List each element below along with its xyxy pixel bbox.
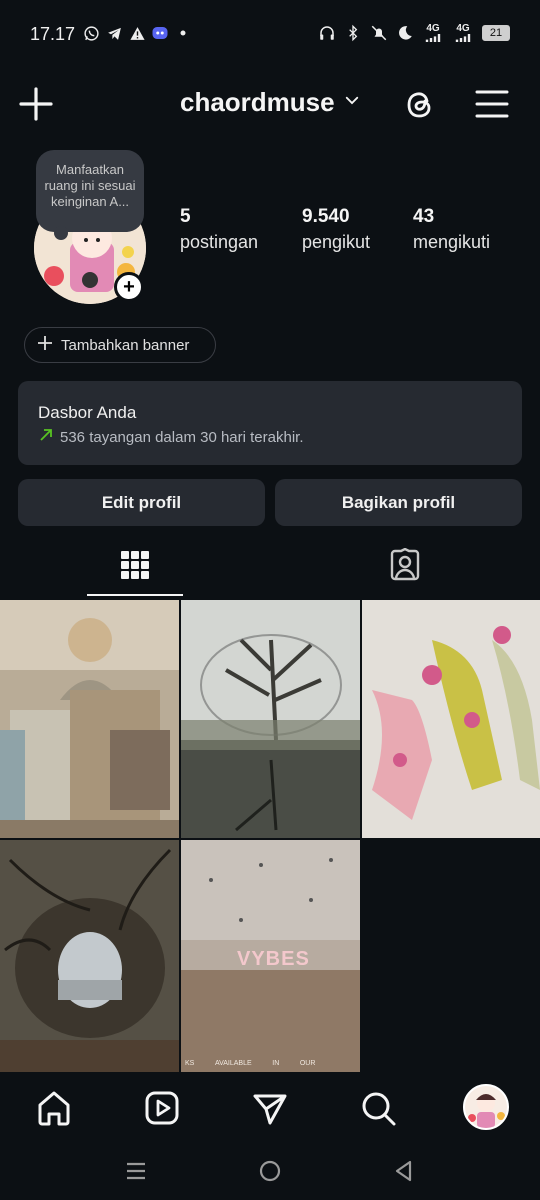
signal-2-icon: 4G bbox=[452, 24, 474, 42]
post-thumbnail-2[interactable] bbox=[181, 600, 360, 838]
post-thumbnail-1[interactable] bbox=[0, 600, 179, 838]
dashboard-title: Dasbor Anda bbox=[38, 403, 137, 422]
account-switcher[interactable]: chaordmuse bbox=[180, 87, 361, 118]
share-profile-button[interactable]: Bagikan profil bbox=[275, 479, 522, 526]
dashboard-card[interactable]: Dasbor Anda 536 tayangan dalam 30 hari t… bbox=[18, 381, 522, 465]
stat-followers-label: pengikut bbox=[302, 232, 371, 252]
search-icon[interactable] bbox=[358, 1088, 398, 1128]
tagged-person-icon bbox=[388, 547, 422, 587]
stat-posts[interactable]: 5 postingan bbox=[180, 206, 258, 253]
chevron-down-icon bbox=[343, 91, 361, 114]
post-thumbnail-4[interactable] bbox=[0, 840, 179, 1078]
add-story-icon[interactable]: + bbox=[114, 272, 144, 302]
dot-icon bbox=[174, 24, 192, 42]
home-button-icon[interactable] bbox=[255, 1156, 285, 1186]
plus-icon bbox=[37, 334, 53, 357]
discord-icon bbox=[151, 24, 169, 42]
post-5-overlay-text: VYBES bbox=[237, 948, 310, 970]
note-bubble[interactable]: Manfaatkan ruang ini sesuai keinginan A.… bbox=[36, 150, 144, 240]
dashboard-subtitle: 536 tayangan dalam 30 hari terakhir. bbox=[60, 429, 304, 446]
threads-icon[interactable] bbox=[400, 84, 440, 124]
direct-message-icon[interactable] bbox=[250, 1088, 290, 1128]
notification-icons bbox=[82, 24, 192, 42]
add-banner-label: Tambahkan banner bbox=[61, 336, 190, 354]
add-banner-button[interactable]: Tambahkan banner bbox=[24, 327, 216, 363]
whatsapp-icon bbox=[82, 24, 100, 42]
post-thumbnail-3[interactable] bbox=[362, 600, 540, 838]
profile-avatar-area: Manfaatkan ruang ini sesuai keinginan A.… bbox=[34, 150, 146, 305]
network-type-2: 4G bbox=[456, 23, 470, 34]
profile-header: chaordmuse bbox=[0, 70, 540, 136]
recent-apps-icon[interactable] bbox=[121, 1156, 151, 1186]
system-navigation-bar bbox=[0, 1144, 540, 1200]
create-plus-icon[interactable] bbox=[16, 84, 56, 124]
caption-word-1: KS bbox=[185, 1060, 195, 1067]
status-bar: 17.17 4G 4G 21 bbox=[0, 0, 540, 70]
content-tabs bbox=[0, 536, 540, 598]
mute-icon bbox=[370, 24, 388, 42]
caption-word-4: OUR bbox=[299, 1060, 316, 1067]
profile-avatar-tab[interactable] bbox=[463, 1084, 509, 1130]
back-icon[interactable] bbox=[389, 1156, 419, 1186]
post-5-caption: KS AVAILABLE IN OUR bbox=[181, 1060, 360, 1067]
active-tab-indicator bbox=[87, 594, 183, 596]
bottom-navigation bbox=[0, 1074, 540, 1144]
system-status-icons: 4G 4G 21 bbox=[318, 24, 510, 42]
stat-following[interactable]: 43 mengikuti bbox=[413, 206, 490, 253]
tab-tagged[interactable] bbox=[270, 536, 540, 598]
stat-followers[interactable]: 9.540 pengikut bbox=[302, 206, 370, 253]
stat-following-label: mengikuti bbox=[413, 232, 491, 252]
status-time: 17.17 bbox=[30, 24, 76, 44]
network-type-1: 4G bbox=[426, 23, 440, 34]
post-thumbnail-5[interactable]: VYBES KS AVAILABLE IN OUR bbox=[181, 840, 360, 1078]
signal-1-icon: 4G bbox=[422, 24, 444, 42]
battery-icon: 21 bbox=[482, 25, 510, 41]
stat-posts-value: 5 bbox=[180, 206, 191, 227]
caption-word-2: AVAILABLE bbox=[214, 1060, 252, 1067]
trend-up-icon bbox=[38, 427, 54, 448]
warning-icon bbox=[128, 24, 146, 42]
tab-posts-grid[interactable] bbox=[0, 536, 270, 598]
grid-icon bbox=[120, 550, 150, 585]
bluetooth-icon bbox=[344, 24, 362, 42]
home-icon[interactable] bbox=[34, 1088, 74, 1128]
moon-icon bbox=[396, 24, 414, 42]
stat-posts-label: postingan bbox=[180, 232, 259, 252]
reels-icon[interactable] bbox=[142, 1088, 182, 1128]
stat-followers-value: 9.540 bbox=[302, 206, 350, 227]
dashboard-subtitle-row: 536 tayangan dalam 30 hari terakhir. bbox=[38, 427, 502, 448]
headphones-icon bbox=[318, 24, 336, 42]
menu-icon[interactable] bbox=[472, 84, 512, 124]
telegram-icon bbox=[105, 24, 123, 42]
caption-word-3: IN bbox=[272, 1060, 280, 1067]
edit-profile-button[interactable]: Edit profil bbox=[18, 479, 265, 526]
stat-following-value: 43 bbox=[413, 206, 435, 227]
username: chaordmuse bbox=[180, 87, 335, 117]
